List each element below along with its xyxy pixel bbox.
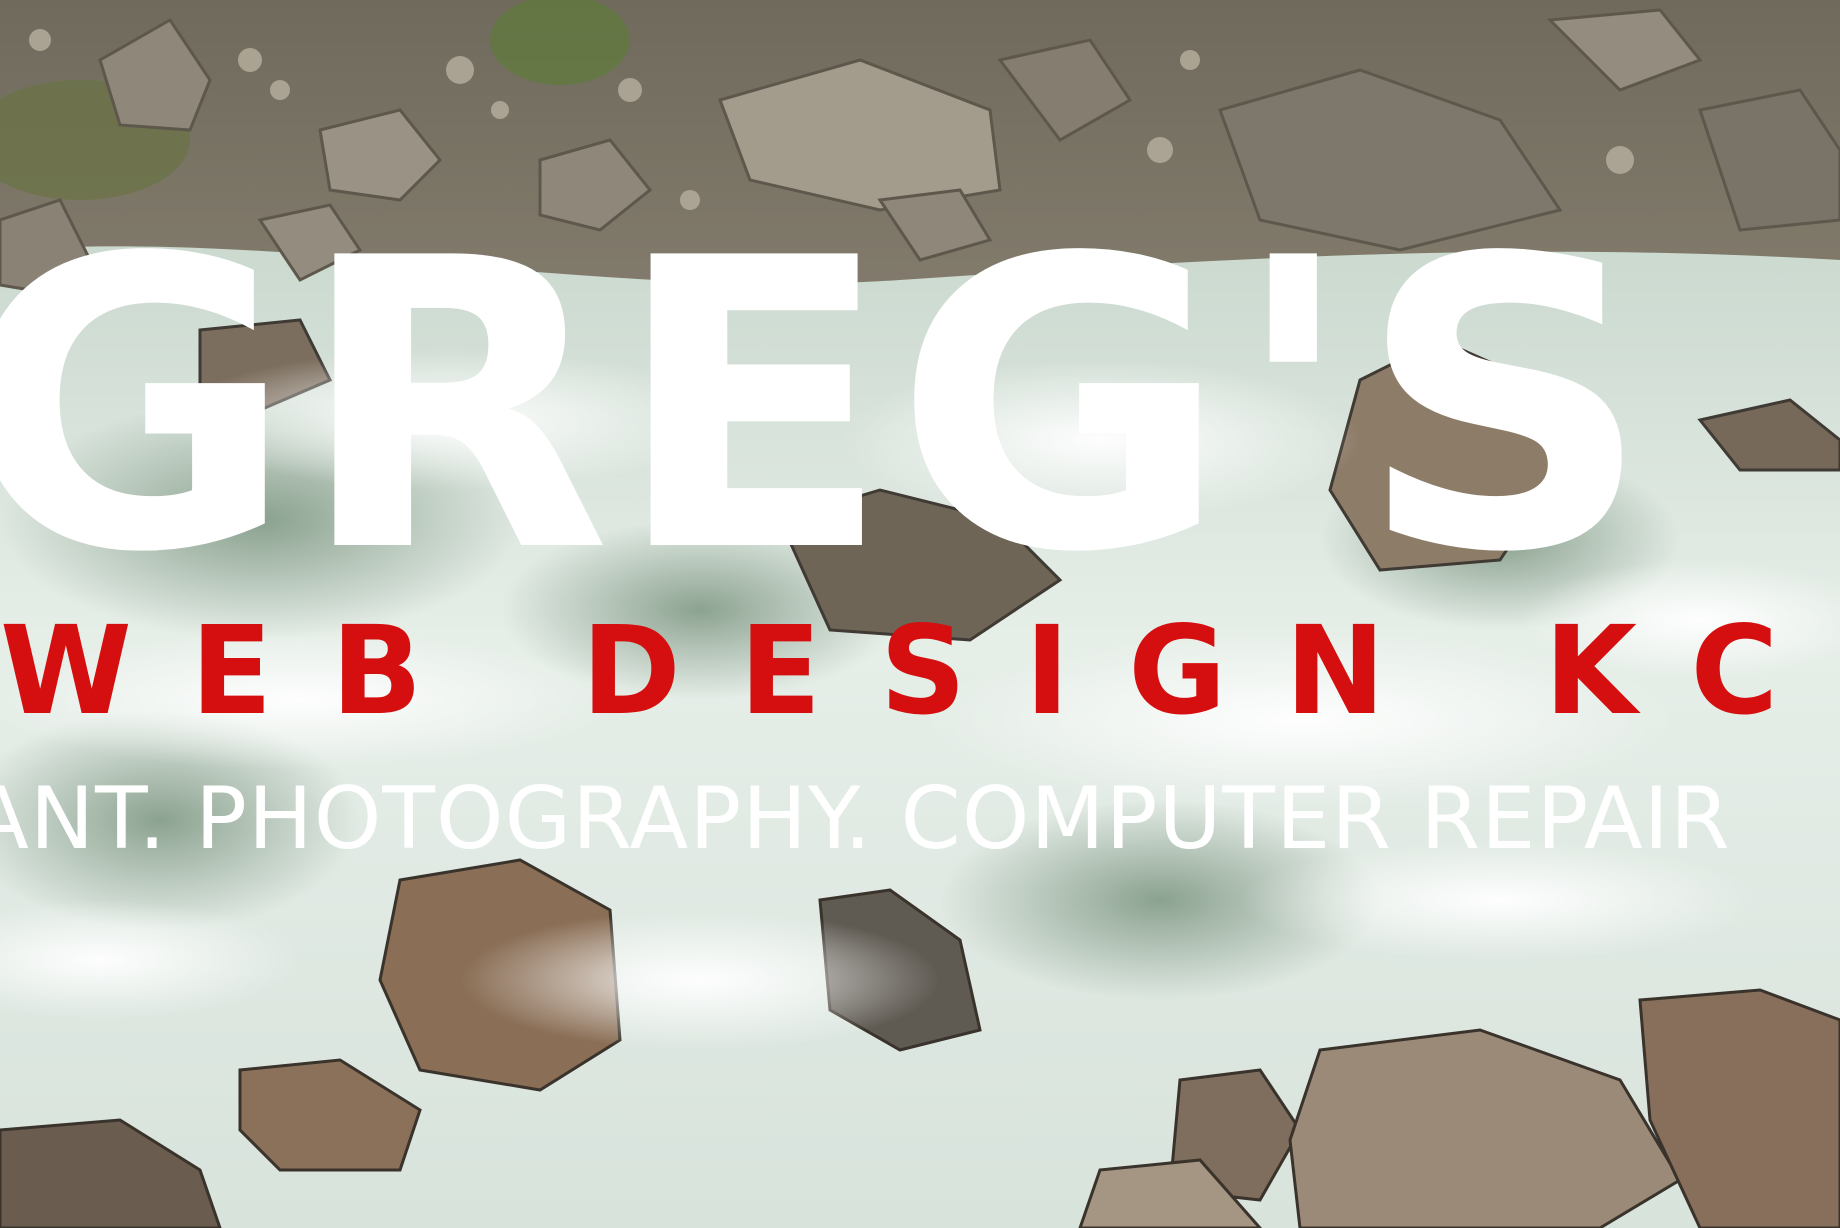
brand-title: GREG'S <box>0 175 1654 640</box>
services-tagline: ANT. PHOTOGRAPHY. COMPUTER REPAIR <box>0 769 1731 869</box>
hero-banner: GREG'S WEB DESIGN KC ANT. PHOTOGRAPHY. C… <box>0 0 1840 1228</box>
brand-subtitle: WEB DESIGN KC <box>0 600 1838 742</box>
